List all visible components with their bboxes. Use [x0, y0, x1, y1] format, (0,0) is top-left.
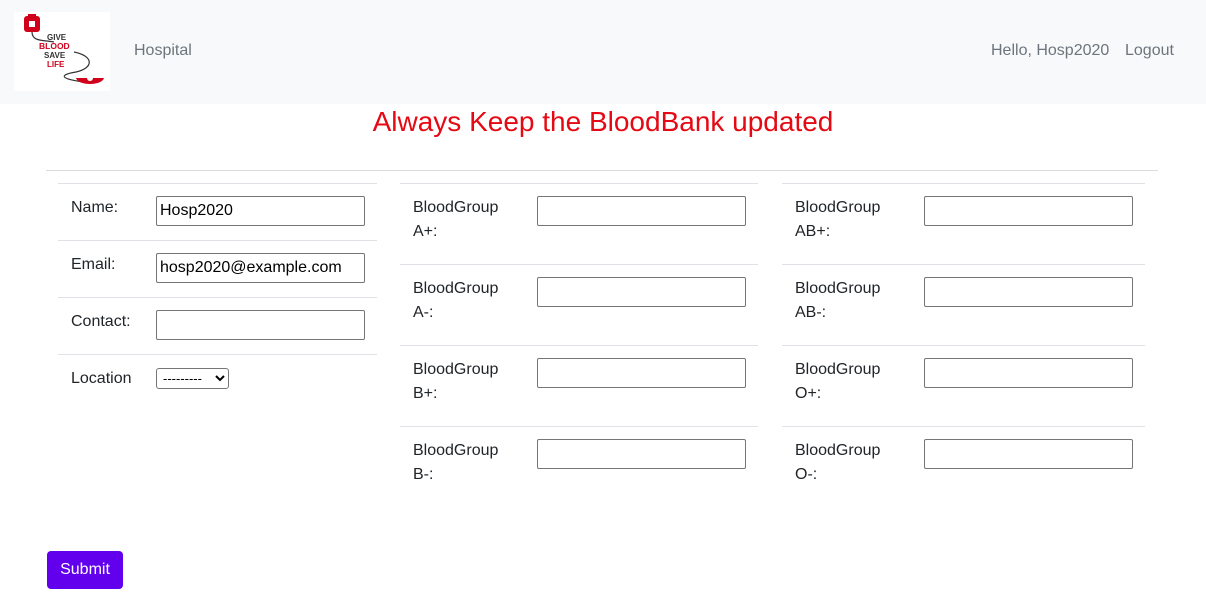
- row-divider: [782, 183, 1145, 184]
- row-divider: [400, 264, 758, 265]
- submit-button[interactable]: Submit: [47, 551, 123, 589]
- row-divider: [400, 345, 758, 346]
- b-pos-input[interactable]: [537, 358, 746, 388]
- page-title: Always Keep the BloodBank updated: [372, 106, 834, 137]
- email-input[interactable]: [156, 253, 365, 283]
- name-label: Name:: [71, 199, 119, 216]
- a-pos-label-line2: A+:: [413, 223, 438, 240]
- contact-label: Contact:: [71, 313, 131, 330]
- row-divider: [400, 426, 758, 427]
- divider: [46, 170, 1158, 171]
- row-divider: [782, 345, 1145, 346]
- navbar: GIVE BLOOD SAVE LIFE Hospital Hello, Hos…: [0, 0, 1206, 104]
- location-label: Location: [71, 370, 132, 387]
- o-neg-label: BloodGroup O-:: [795, 439, 880, 487]
- ab-pos-label: BloodGroup AB+:: [795, 196, 880, 244]
- user-greeting: Hello, Hosp2020: [991, 42, 1110, 59]
- logout-link[interactable]: Logout: [1125, 42, 1174, 60]
- contact-input[interactable]: [156, 310, 365, 340]
- row-divider: [782, 426, 1145, 427]
- b-pos-label-line2: B+:: [413, 385, 438, 402]
- o-neg-input[interactable]: [924, 439, 1133, 469]
- location-select[interactable]: ---------: [156, 368, 229, 389]
- o-neg-label-line1: BloodGroup: [795, 442, 881, 459]
- give-blood-logo[interactable]: GIVE BLOOD SAVE LIFE: [14, 12, 110, 91]
- b-pos-label: BloodGroup B+:: [413, 358, 498, 406]
- svg-text:SAVE: SAVE: [44, 51, 66, 60]
- o-neg-label-line2: O-:: [795, 466, 818, 483]
- row-divider: [58, 240, 377, 241]
- b-neg-label: BloodGroup B-:: [413, 439, 498, 487]
- o-pos-label-line2: O+:: [795, 385, 822, 402]
- ab-pos-input[interactable]: [924, 196, 1133, 226]
- o-pos-input[interactable]: [924, 358, 1133, 388]
- a-pos-label: BloodGroup A+:: [413, 196, 498, 244]
- o-pos-label-line1: BloodGroup: [795, 361, 881, 378]
- a-neg-label: BloodGroup A-:: [413, 277, 498, 325]
- ab-neg-input[interactable]: [924, 277, 1133, 307]
- b-neg-input[interactable]: [537, 439, 746, 469]
- ab-neg-label: BloodGroup AB-:: [795, 277, 880, 325]
- svg-text:BLOOD: BLOOD: [39, 41, 70, 51]
- svg-text:LIFE: LIFE: [47, 60, 65, 69]
- row-divider: [782, 264, 1145, 265]
- a-neg-label-line1: BloodGroup: [413, 280, 499, 297]
- ab-pos-label-line1: BloodGroup: [795, 199, 881, 216]
- a-pos-input[interactable]: [537, 196, 746, 226]
- ab-pos-label-line2: AB+:: [795, 223, 831, 240]
- name-input[interactable]: [156, 196, 365, 226]
- a-neg-label-line2: A-:: [413, 304, 434, 321]
- b-neg-label-line2: B-:: [413, 466, 434, 483]
- b-neg-label-line1: BloodGroup: [413, 442, 499, 459]
- a-neg-input[interactable]: [537, 277, 746, 307]
- a-pos-label-line1: BloodGroup: [413, 199, 499, 216]
- o-pos-label: BloodGroup O+:: [795, 358, 880, 406]
- email-label: Email:: [71, 256, 116, 273]
- row-divider: [58, 297, 377, 298]
- ab-neg-label-line2: AB-:: [795, 304, 827, 321]
- row-divider: [58, 183, 377, 184]
- brand-link[interactable]: Hospital: [134, 42, 192, 60]
- ab-neg-label-line1: BloodGroup: [795, 280, 881, 297]
- row-divider: [400, 183, 758, 184]
- b-pos-label-line1: BloodGroup: [413, 361, 499, 378]
- row-divider: [58, 354, 377, 355]
